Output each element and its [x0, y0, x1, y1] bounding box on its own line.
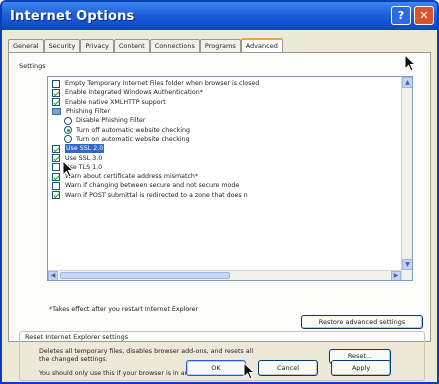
setting-item-label: Empty Temporary Internet Files folder wh…: [65, 80, 260, 88]
setting-item[interactable]: Turn off automatic website checking: [64, 125, 400, 135]
setting-item[interactable]: Warn if changing between secure and not …: [52, 181, 400, 190]
setting-item-label: Warn about certificate address mismatch*: [65, 173, 199, 181]
setting-item-label: Use SSL 2.0: [65, 144, 105, 154]
setting-item[interactable]: Empty Temporary Internet Files folder wh…: [52, 79, 400, 88]
tab-strip: General Security Privacy Content Connections…: [8, 38, 431, 52]
setting-item[interactable]: Use TLS 1.0: [52, 163, 400, 172]
tab-security[interactable]: Security: [43, 39, 81, 52]
ok-button[interactable]: OK: [186, 360, 246, 376]
checkbox[interactable]: [52, 79, 60, 88]
setting-item-label: Turn on automatic website checking: [76, 135, 190, 143]
checkbox[interactable]: [52, 172, 60, 181]
restart-note: *Takes effect after you restart Internet…: [49, 306, 199, 313]
checkbox[interactable]: [52, 163, 60, 172]
scroll-left-arrow-icon[interactable]: ◀: [48, 271, 58, 280]
settings-list[interactable]: Empty Temporary Internet Files folder wh…: [47, 76, 413, 281]
radio-button[interactable]: [64, 126, 72, 135]
setting-item-label: Enable Integrated Windows Authentication…: [65, 89, 203, 97]
settings-list-items: Empty Temporary Internet Files folder wh…: [52, 79, 400, 200]
title-bar[interactable]: Internet Options ? ✕: [2, 2, 437, 30]
setting-item[interactable]: Warn about certificate address mismatch*: [52, 172, 400, 181]
setting-item[interactable]: Enable native XMLHTTP support: [52, 98, 400, 107]
tab-content[interactable]: Content: [113, 39, 150, 52]
setting-item[interactable]: Phishing Filter: [52, 107, 400, 116]
setting-item[interactable]: Enable Integrated Windows Authentication…: [52, 88, 400, 97]
checkbox[interactable]: [52, 98, 60, 107]
setting-item-label: Turn off automatic website checking: [76, 126, 190, 134]
tab-programs[interactable]: Programs: [199, 39, 241, 52]
setting-item-label: Warn if changing between secure and not …: [65, 182, 240, 190]
horizontal-scroll-thumb[interactable]: [60, 272, 230, 279]
setting-item[interactable]: Disable Phishing Filter: [64, 116, 400, 125]
close-button[interactable]: ✕: [414, 6, 434, 25]
cancel-button[interactable]: Cancel: [258, 360, 318, 376]
setting-item-label: Enable native XMLHTTP support: [65, 98, 166, 106]
vertical-scrollbar[interactable]: ▲ ▼: [401, 77, 412, 280]
tab-general[interactable]: General: [8, 39, 44, 52]
reset-group-label: Reset Internet Explorer settings: [23, 333, 131, 341]
window-title: Internet Options: [10, 8, 135, 24]
apply-button[interactable]: Apply: [331, 360, 391, 376]
checkbox[interactable]: [52, 88, 60, 97]
radio-button[interactable]: [64, 116, 72, 125]
scroll-right-arrow-icon[interactable]: ▶: [391, 271, 401, 280]
scroll-down-arrow-icon[interactable]: ▼: [402, 259, 412, 270]
radio-button[interactable]: [64, 135, 72, 144]
tab-privacy[interactable]: Privacy: [80, 39, 114, 52]
tab-connections[interactable]: Connections: [149, 39, 200, 52]
setting-item[interactable]: Use SSL 2.0: [52, 144, 400, 154]
checkbox[interactable]: [52, 191, 60, 200]
setting-item[interactable]: Use SSL 3.0: [52, 153, 400, 163]
scroll-up-arrow-icon[interactable]: ▲: [402, 77, 412, 88]
advanced-tab-panel: Settings Empty Temporary Internet Files …: [8, 52, 431, 381]
folder-icon: [52, 108, 61, 116]
restore-advanced-settings-button[interactable]: Restore advanced settings: [301, 315, 423, 329]
checkbox[interactable]: [52, 144, 60, 153]
setting-item-label: Warn if POST submittal is redirected to …: [65, 191, 248, 199]
tab-advanced[interactable]: Advanced: [240, 38, 283, 52]
setting-item[interactable]: Warn if POST submittal is redirected to …: [52, 191, 400, 200]
internet-options-dialog: Internet Options ? ✕ General Security Priv…: [0, 0, 439, 384]
setting-item[interactable]: Turn on automatic website checking: [64, 135, 400, 144]
help-button[interactable]: ?: [391, 6, 411, 25]
checkbox[interactable]: [52, 181, 60, 190]
settings-group-label: Settings: [19, 62, 46, 70]
setting-item-label: Phishing Filter: [66, 108, 111, 116]
setting-item-label: Disable Phishing Filter: [76, 117, 146, 125]
checkbox[interactable]: [52, 154, 60, 163]
horizontal-scrollbar[interactable]: ◀ ▶: [48, 270, 401, 280]
